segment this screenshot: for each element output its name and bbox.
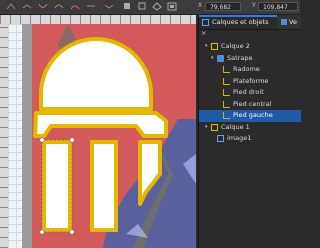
tab-layers-label: Calques et objets bbox=[212, 18, 269, 26]
shape-icon bbox=[223, 100, 230, 108]
tree-item-radome[interactable]: Radome bbox=[199, 64, 301, 76]
tree-item-image1[interactable]: image1 bbox=[199, 133, 301, 145]
tree-item-label: Calque 1 bbox=[221, 122, 250, 131]
line-tool-icon[interactable] bbox=[86, 2, 96, 11]
tree-item-pied-gauche[interactable]: Pied gauche bbox=[199, 110, 301, 122]
image-icon bbox=[217, 135, 224, 143]
tree-item-label: Pied central bbox=[233, 99, 272, 108]
tree-item-calque-1[interactable]: ▾ Calque 1 bbox=[199, 122, 301, 134]
coord-x-field[interactable]: 79,682 bbox=[205, 2, 241, 11]
smooth-tool-icon[interactable] bbox=[54, 2, 64, 11]
layers-tree: ▾ Calque 2 ▾ Satrape Radome Plateforme Pie… bbox=[199, 41, 301, 145]
drawing-canvas[interactable] bbox=[8, 24, 196, 248]
pied-gauche-shape[interactable] bbox=[41, 139, 73, 233]
tree-item-pied-droit[interactable]: Pied droit bbox=[199, 87, 301, 99]
pied-central-shape[interactable] bbox=[90, 140, 118, 232]
coord-y-label: Y bbox=[252, 2, 256, 9]
shape-icon bbox=[223, 66, 230, 74]
node-square-icon[interactable] bbox=[137, 2, 147, 11]
toolbar: X 79,682 Y 109,847 bbox=[0, 0, 300, 15]
tree-item-label: Satrape bbox=[227, 53, 253, 62]
node-select-icon[interactable] bbox=[167, 2, 177, 11]
tree-item-label: Pied gauche bbox=[233, 111, 273, 119]
tree-item-label: Pied droit bbox=[233, 88, 264, 96]
shape-icon bbox=[223, 112, 230, 120]
tree-item-label: image1 bbox=[227, 134, 252, 142]
node-tool-icon[interactable] bbox=[22, 2, 32, 11]
layer-icon bbox=[211, 43, 218, 51]
tree-item-label: Calque 2 bbox=[221, 42, 250, 50]
curve-tool-icon[interactable] bbox=[38, 2, 48, 11]
tree-item-pied-central[interactable]: Pied central bbox=[199, 99, 301, 111]
node-diamond-icon[interactable] bbox=[152, 2, 162, 11]
folder-icon bbox=[217, 54, 224, 62]
pen-tool-icon[interactable] bbox=[6, 2, 16, 11]
layer-icon bbox=[211, 123, 218, 131]
layers-panel: Calques et objets × Ve ▾ Calque 2 ▾ Satrap… bbox=[198, 15, 301, 248]
tab-layers-objects[interactable]: Calques et objets × bbox=[199, 15, 277, 37]
shape-icon bbox=[223, 77, 230, 85]
vertical-ruler[interactable] bbox=[0, 24, 8, 248]
tab-next-icon bbox=[281, 19, 287, 25]
arc-tool-icon[interactable] bbox=[70, 2, 80, 11]
tree-item-calque-2[interactable]: ▾ Calque 2 bbox=[199, 41, 301, 53]
horizontal-ruler[interactable] bbox=[0, 15, 196, 24]
tab-next-label: Ve bbox=[289, 18, 297, 26]
tree-item-label: Plateforme bbox=[233, 76, 269, 85]
tree-item-label: Radome bbox=[233, 65, 260, 73]
coord-x-label: X bbox=[198, 2, 203, 9]
coord-y-field[interactable]: 109,847 bbox=[258, 2, 298, 11]
tree-item-plateforme[interactable]: Plateforme bbox=[199, 76, 301, 88]
segment-tool-icon[interactable] bbox=[104, 2, 114, 11]
shape-icon bbox=[223, 89, 230, 97]
tab-close-icon[interactable]: × bbox=[201, 29, 206, 37]
square-tool-icon[interactable] bbox=[122, 2, 132, 11]
tab-next[interactable]: Ve bbox=[281, 15, 301, 29]
tree-item-satrape[interactable]: ▾ Satrape bbox=[199, 53, 301, 65]
layers-tab-icon bbox=[202, 18, 209, 26]
panel-tab-bar: Calques et objets × Ve bbox=[199, 15, 301, 37]
